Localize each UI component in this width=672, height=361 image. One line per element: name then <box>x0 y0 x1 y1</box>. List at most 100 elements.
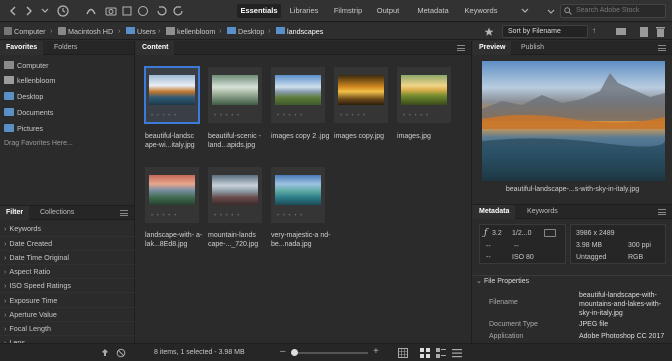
breadcrumb-kellenbloom[interactable]: kellenbloom <box>177 26 215 37</box>
workspace-menu-chevron-icon[interactable] <box>518 4 532 18</box>
star-rating[interactable]: • • • • • <box>214 113 240 119</box>
tab-favorites[interactable]: Favorites <box>0 41 44 55</box>
sort-direction-icon[interactable]: ↑ <box>592 26 596 35</box>
thumbnail-view-icon[interactable] <box>420 348 430 358</box>
chevron-right-icon: › <box>4 310 7 319</box>
star-rating[interactable]: • • • • • <box>340 113 366 119</box>
chevron-down-icon[interactable] <box>38 4 52 18</box>
thumbnail[interactable]: • • • • • <box>334 67 388 123</box>
workspace-tab-output[interactable]: Output <box>372 4 404 18</box>
grid-lock-icon[interactable] <box>398 348 408 358</box>
filter-item-focal-length[interactable]: › Focal Length <box>4 323 51 334</box>
delete-icon[interactable] <box>656 27 665 37</box>
zoom-out-icon[interactable]: – <box>280 346 286 357</box>
favorite-item-desktop[interactable]: Desktop <box>4 91 43 102</box>
filename-value: beautiful-landscape-with- mountains-and-… <box>579 292 662 317</box>
filter-item-aperture-value[interactable]: › Aperture Value <box>4 309 57 320</box>
sort-select[interactable]: Sort by Filename <box>502 25 588 38</box>
tab-metadata[interactable]: Metadata <box>473 205 516 219</box>
filter-item-date-time-original[interactable]: › Date Time Original <box>4 252 69 263</box>
list-view-icon[interactable] <box>452 348 462 358</box>
pin-icon[interactable] <box>100 348 110 358</box>
camera-value: -- <box>486 254 491 261</box>
tab-filter[interactable]: Filter <box>0 206 30 220</box>
star-rating[interactable]: • • • • • <box>277 113 303 119</box>
rotate-right-icon[interactable] <box>172 4 186 18</box>
filter-item-keywords[interactable]: › Keywords <box>4 223 41 234</box>
camera-download-icon[interactable] <box>104 4 118 18</box>
computer-icon <box>4 61 14 69</box>
zoom-in-icon[interactable]: + <box>373 346 379 357</box>
workspace-tab-essentials[interactable]: Essentials <box>237 4 281 18</box>
divider <box>0 307 135 308</box>
search-scope-icon[interactable] <box>544 4 558 18</box>
favorite-item-computer[interactable]: Computer <box>4 60 49 71</box>
breadcrumb-computer[interactable]: Computer <box>14 26 46 37</box>
breadcrumb-separator: › <box>118 26 121 35</box>
metadata-panel: Metadata Keywords ƒ 3.2 1/2...0 -- -- --… <box>473 205 672 343</box>
workspace-tab-libraries[interactable]: Libraries <box>284 4 324 18</box>
new-folder-icon[interactable] <box>616 27 628 36</box>
fstop-icon: ƒ <box>484 228 488 238</box>
breadcrumb-separator: › <box>50 26 53 35</box>
open-in-camera-raw-icon[interactable] <box>136 4 150 18</box>
star-rating-filter-icon[interactable] <box>484 27 494 36</box>
no-filter-icon[interactable] <box>116 348 126 358</box>
workspace-tab-metadata[interactable]: Metadata <box>414 4 452 18</box>
tab-keywords[interactable]: Keywords <box>521 205 564 219</box>
divider <box>0 250 135 251</box>
file-size-value: 3.98 MB <box>576 242 603 249</box>
panel-menu-icon[interactable] <box>658 45 666 51</box>
slider-handle[interactable] <box>291 349 298 356</box>
workspace-tab-keywords[interactable]: Keywords <box>462 4 500 18</box>
thumbnail[interactable]: • • • • • <box>208 67 262 123</box>
filter-item-iso-speed[interactable]: › ISO Speed Ratings <box>4 280 71 291</box>
favorite-item-kellenbloom[interactable]: kellenbloom <box>4 75 55 86</box>
recent-files-icon[interactable] <box>56 4 70 18</box>
thumbnail-image <box>149 175 195 205</box>
tab-folders[interactable]: Folders <box>48 41 83 55</box>
boomerang-icon[interactable] <box>84 4 98 18</box>
filter-item-aspect-ratio[interactable]: › Aspect Ratio <box>4 266 50 277</box>
breadcrumb-macintosh-hd[interactable]: Macintosh HD <box>68 26 113 37</box>
star-rating[interactable]: • • • • • <box>277 213 303 219</box>
breadcrumb-landscapes[interactable]: landscapes <box>287 26 323 37</box>
favorite-item-documents[interactable]: Documents <box>4 107 53 118</box>
favorite-item-pictures[interactable]: Pictures <box>4 123 43 134</box>
thumbnail[interactable]: • • • • • <box>271 67 325 123</box>
forward-icon[interactable] <box>22 4 36 18</box>
thumbnail[interactable]: • • • • • <box>208 167 262 223</box>
details-view-icon[interactable] <box>436 348 446 358</box>
panel-menu-icon[interactable] <box>120 210 128 216</box>
tab-publish[interactable]: Publish <box>515 41 550 55</box>
star-rating[interactable]: • • • • • <box>151 113 177 119</box>
tab-content[interactable]: Content <box>136 41 175 55</box>
new-file-icon[interactable] <box>640 27 649 37</box>
refine-icon[interactable] <box>120 4 134 18</box>
thumbnail[interactable]: • • • • • <box>397 67 451 123</box>
filter-item-date-created[interactable]: › Date Created <box>4 238 52 249</box>
thumbnail[interactable]: • • • • • <box>271 167 325 223</box>
file-info-box: 3986 x 2489 3.98 MB 300 ppi Untagged RGB <box>570 224 666 264</box>
tab-preview[interactable]: Preview <box>473 41 512 55</box>
star-rating[interactable]: • • • • • <box>151 213 177 219</box>
breadcrumb-users[interactable]: Users <box>137 26 156 37</box>
chevron-right-icon: › <box>4 281 7 290</box>
back-icon[interactable] <box>6 4 20 18</box>
file-properties-header[interactable]: ⌄ File Properties <box>473 275 672 287</box>
workspace-tab-filmstrip[interactable]: Filmstrip <box>328 4 368 18</box>
panel-menu-icon[interactable] <box>457 45 465 51</box>
preview-image[interactable] <box>482 61 665 181</box>
filter-item-exposure-time[interactable]: › Exposure Time <box>4 295 57 306</box>
tab-collections[interactable]: Collections <box>34 206 80 220</box>
thumbnail-image <box>212 75 258 105</box>
search-input[interactable]: Search Adobe Stock <box>560 4 666 18</box>
thumbnail-size-slider[interactable] <box>292 352 368 354</box>
rotate-left-icon[interactable] <box>154 4 168 18</box>
star-rating[interactable]: • • • • • <box>403 113 429 119</box>
panel-menu-icon[interactable] <box>658 209 666 215</box>
star-rating[interactable]: • • • • • <box>214 213 240 219</box>
thumbnail[interactable]: • • • • • <box>145 167 199 223</box>
thumbnail[interactable]: • • • • • <box>144 66 200 124</box>
breadcrumb-desktop[interactable]: Desktop <box>238 26 264 37</box>
